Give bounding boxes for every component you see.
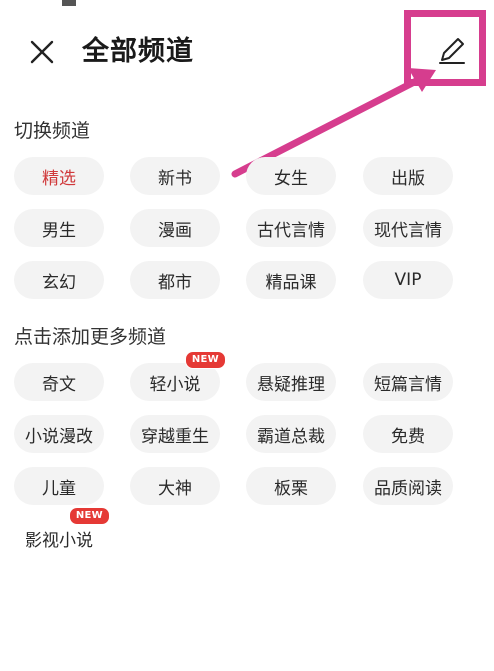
edit-button[interactable]	[404, 10, 486, 86]
signal-icon	[62, 0, 76, 6]
new-badge: NEW	[68, 507, 110, 525]
channel-chip[interactable]: 精品课	[246, 261, 336, 299]
channel-label: 板栗	[274, 478, 308, 499]
channel-label: 男生	[42, 220, 76, 241]
channel-chip[interactable]: VIP	[363, 261, 453, 299]
channel-label: 免费	[391, 426, 425, 447]
channel-label: 新书	[158, 168, 192, 189]
new-badge: NEW	[184, 351, 226, 369]
page-title: 全部频道	[82, 36, 194, 67]
channel-chip[interactable]: 都市	[130, 261, 220, 299]
channel-label: 精选	[42, 168, 76, 189]
channel-label: 古代言情	[257, 220, 325, 241]
channel-chip[interactable]: 轻小说 NEW	[130, 351, 226, 401]
channel-label: 出版	[391, 168, 425, 189]
channel-chip[interactable]: 出版	[363, 157, 453, 195]
channel-chip[interactable]: 精选	[14, 157, 104, 195]
channel-label: 儿童	[42, 478, 76, 499]
channel-chip[interactable]: 免费	[363, 415, 453, 453]
pencil-icon	[439, 38, 465, 64]
channel-chip[interactable]: 玄幻	[14, 261, 104, 299]
channel-chip[interactable]: 男生	[14, 209, 104, 247]
channel-label: 漫画	[158, 220, 192, 241]
channel-label: 轻小说	[149, 374, 201, 395]
channel-chip[interactable]: 悬疑推理	[246, 363, 336, 401]
channel-chip[interactable]: 品质阅读	[363, 467, 453, 505]
channel-chip[interactable]: 女生	[246, 157, 336, 195]
channel-label: 霸道总裁	[257, 426, 325, 447]
channel-chip[interactable]: 漫画	[130, 209, 220, 247]
channel-chip[interactable]: 奇文	[14, 363, 104, 401]
channel-chip[interactable]: 穿越重生	[130, 415, 220, 453]
channel-label: 奇文	[42, 374, 76, 395]
channel-chip[interactable]: 古代言情	[246, 209, 336, 247]
channel-chip[interactable]: 儿童	[14, 467, 104, 505]
channel-label: 短篇言情	[374, 374, 442, 395]
close-button[interactable]	[28, 38, 56, 66]
channel-chip[interactable]: 大神	[130, 467, 220, 505]
channel-label: 现代言情	[374, 220, 442, 241]
channel-label: 穿越重生	[141, 426, 209, 447]
channel-chip[interactable]: 板栗	[246, 467, 336, 505]
channel-label: 大神	[158, 478, 192, 499]
channel-chip[interactable]: 霸道总裁	[246, 415, 336, 453]
add-section-title: 点击添加更多频道	[14, 326, 167, 348]
channel-label: 品质阅读	[374, 478, 442, 499]
channel-chip[interactable]: 小说漫改	[14, 415, 104, 453]
channel-chip[interactable]: 现代言情	[363, 209, 453, 247]
channel-chip[interactable]: 影视小说 NEW	[14, 507, 110, 557]
channel-label: 悬疑推理	[257, 374, 325, 395]
channel-label: 影视小说	[25, 530, 93, 551]
channel-label: 都市	[158, 272, 192, 293]
channel-label: 精品课	[265, 272, 317, 293]
channel-chip[interactable]: 短篇言情	[363, 363, 453, 401]
channel-label: 女生	[274, 168, 308, 189]
status-bar	[0, 0, 494, 10]
switch-section-title: 切换频道	[14, 120, 91, 142]
channel-label: VIP	[394, 270, 422, 290]
close-icon	[30, 40, 54, 64]
channel-label: 玄幻	[42, 272, 76, 293]
channel-chip[interactable]: 新书	[130, 157, 220, 195]
channel-label: 小说漫改	[25, 426, 93, 447]
